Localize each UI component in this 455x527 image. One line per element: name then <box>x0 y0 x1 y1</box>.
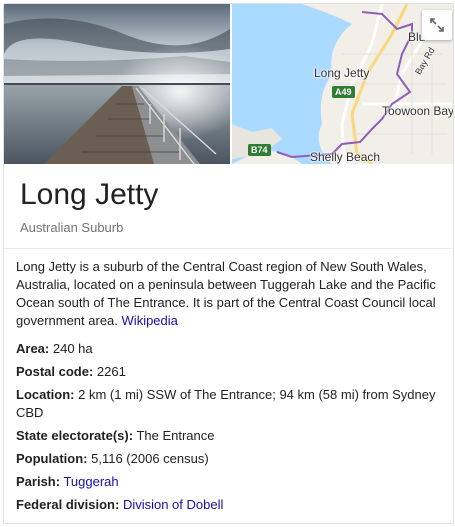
media-strip: Long Jetty Toowoon Bay Shelly Beach Blu … <box>4 4 454 164</box>
panel-header: Long Jetty Australian Suburb <box>4 164 453 249</box>
parish-link[interactable]: Tuggerah <box>63 474 118 489</box>
fact-label: Area: <box>16 341 50 356</box>
map-label-toowoon-bay: Toowoon Bay <box>382 104 454 118</box>
fact-label: Parish: <box>16 474 61 489</box>
panel-body: Long Jetty is a suburb of the Central Co… <box>16 258 441 519</box>
expand-map-button[interactable] <box>422 10 452 40</box>
federal-division-link[interactable]: Division of Dobell <box>123 497 223 512</box>
fact-label: Postal code: <box>16 364 94 379</box>
fact-state-electorate: State electorate(s): The Entrance <box>16 427 441 445</box>
fact-value: 2261 <box>96 364 126 379</box>
description-text: Long Jetty is a suburb of the Central Co… <box>16 259 436 328</box>
facts-list: Area: 240 ha Postal code: 2261 Location:… <box>16 340 441 514</box>
fact-value: 2 km (1 mi) SSW of The Entrance; 94 km (… <box>16 387 436 420</box>
jetty-photo[interactable] <box>4 4 230 164</box>
fact-area: Area: 240 ha <box>16 340 441 358</box>
road-shield-a49: A49 <box>332 86 355 98</box>
wikipedia-link[interactable]: Wikipedia <box>122 313 178 328</box>
fact-label: Federal division: <box>16 497 120 512</box>
map-image <box>232 4 453 164</box>
page-title: Long Jetty <box>20 178 159 211</box>
page-subtitle: Australian Suburb <box>20 220 124 235</box>
fact-value: 5,116 (2006 census) <box>91 451 209 466</box>
map-label-shelly-beach: Shelly Beach <box>310 150 381 164</box>
description: Long Jetty is a suburb of the Central Co… <box>16 258 441 330</box>
fact-label: Location: <box>16 387 75 402</box>
fact-parish: Parish: Tuggerah <box>16 473 441 491</box>
location-map[interactable]: Long Jetty Toowoon Bay Shelly Beach Blu … <box>232 4 454 164</box>
road-shield-b74: B74 <box>248 144 271 156</box>
jetty-photo-image <box>4 4 230 164</box>
fact-population: Population: 5,116 (2006 census) <box>16 450 441 468</box>
expand-icon <box>430 18 444 32</box>
fact-federal-division: Federal division: Division of Dobell <box>16 496 441 514</box>
fact-label: State electorate(s): <box>16 428 134 443</box>
fact-label: Population: <box>16 451 88 466</box>
fact-postal-code: Postal code: 2261 <box>16 363 441 381</box>
fact-location: Location: 2 km (1 mi) SSW of The Entranc… <box>16 386 441 422</box>
fact-value: The Entrance <box>136 428 215 443</box>
fact-value: 240 ha <box>52 341 93 356</box>
map-label-long-jetty: Long Jetty <box>314 66 370 80</box>
